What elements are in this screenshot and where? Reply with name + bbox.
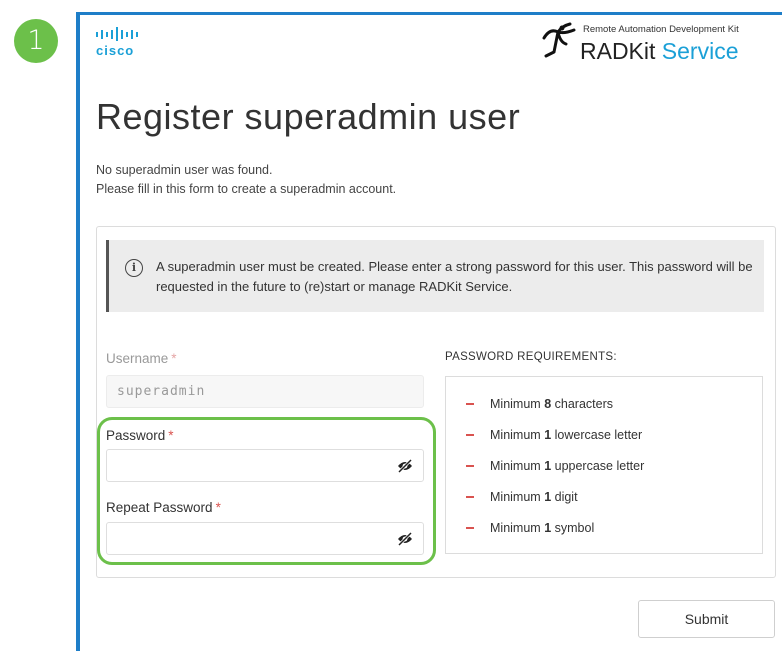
requirement-value: 1 (544, 521, 552, 535)
dash-icon (466, 495, 474, 498)
username-label: Username * (106, 351, 177, 366)
radkit-product-name: RADKit Service (580, 38, 739, 65)
requirement-value: 8 (544, 397, 552, 411)
password-label: Password * (106, 428, 174, 443)
requirement-value: 1 (544, 490, 552, 504)
requirement-item: Minimum 1 uppercase letter (466, 459, 644, 473)
intro-text: No superadmin user was found. Please fil… (96, 161, 396, 199)
requirement-suffix: uppercase letter (554, 459, 645, 473)
password-requirements-heading: PASSWORD REQUIREMENTS: (445, 351, 617, 363)
username-field (106, 375, 424, 408)
requirement-item: Minimum 1 symbol (466, 521, 594, 535)
requirement-item: Minimum 1 lowercase letter (466, 428, 642, 442)
requirement-prefix: Minimum (490, 397, 541, 411)
radkit-tagline: Remote Automation Development Kit (583, 24, 739, 35)
password-field[interactable] (106, 449, 424, 482)
requirement-item: Minimum 1 digit (466, 490, 578, 504)
dash-icon (466, 402, 474, 405)
info-alert: i A superadmin user must be created. Ple… (106, 240, 764, 312)
username-input (107, 376, 397, 407)
username-label-text: Username (106, 351, 169, 366)
dash-icon (466, 526, 474, 529)
requirement-item: Minimum 8 characters (466, 397, 613, 411)
requirement-suffix: lowercase letter (554, 428, 643, 442)
intro-line-2: Please fill in this form to create a sup… (96, 182, 397, 196)
requirement-prefix: Minimum (490, 490, 541, 504)
cisco-wordmark: cisco (96, 43, 135, 58)
required-mark: * (215, 500, 221, 515)
password-input[interactable] (107, 450, 397, 481)
requirement-suffix: digit (554, 490, 578, 504)
requirement-prefix: Minimum (490, 428, 541, 442)
required-mark: * (168, 428, 174, 443)
eye-slash-icon[interactable] (397, 532, 413, 546)
dash-icon (466, 464, 474, 467)
repeat-password-input[interactable] (107, 523, 397, 554)
repeat-password-label: Repeat Password * (106, 500, 221, 515)
repeat-password-label-text: Repeat Password (106, 500, 213, 515)
requirement-value: 1 (544, 459, 552, 473)
password-requirements-list: Minimum 8 characters Minimum 1 lowercase… (445, 376, 763, 554)
step-number-badge: 1 (14, 19, 58, 63)
radkit-product-main: RADKit (580, 38, 656, 64)
repeat-password-field[interactable] (106, 522, 424, 555)
cisco-logo: cisco (96, 27, 138, 58)
requirement-suffix: symbol (554, 521, 595, 535)
requirement-prefix: Minimum (490, 459, 541, 473)
info-icon: i (125, 259, 143, 277)
radkit-logo: Remote Automation Development Kit RADKit… (540, 20, 775, 65)
dash-icon (466, 433, 474, 436)
submit-button[interactable]: Submit (638, 600, 775, 638)
requirement-value: 1 (544, 428, 552, 442)
alert-text: A superadmin user must be created. Pleas… (156, 259, 753, 294)
page-title: Register superadmin user (96, 96, 521, 137)
requirement-prefix: Minimum (490, 521, 541, 535)
intro-line-1: No superadmin user was found. (96, 163, 273, 177)
cisco-bars-icon (96, 27, 138, 41)
radkit-dancer-icon (542, 22, 576, 58)
radkit-product-accent: Service (661, 38, 739, 64)
required-mark: * (171, 351, 177, 366)
requirement-suffix: characters (554, 397, 613, 411)
password-label-text: Password (106, 428, 166, 443)
eye-slash-icon[interactable] (397, 459, 413, 473)
